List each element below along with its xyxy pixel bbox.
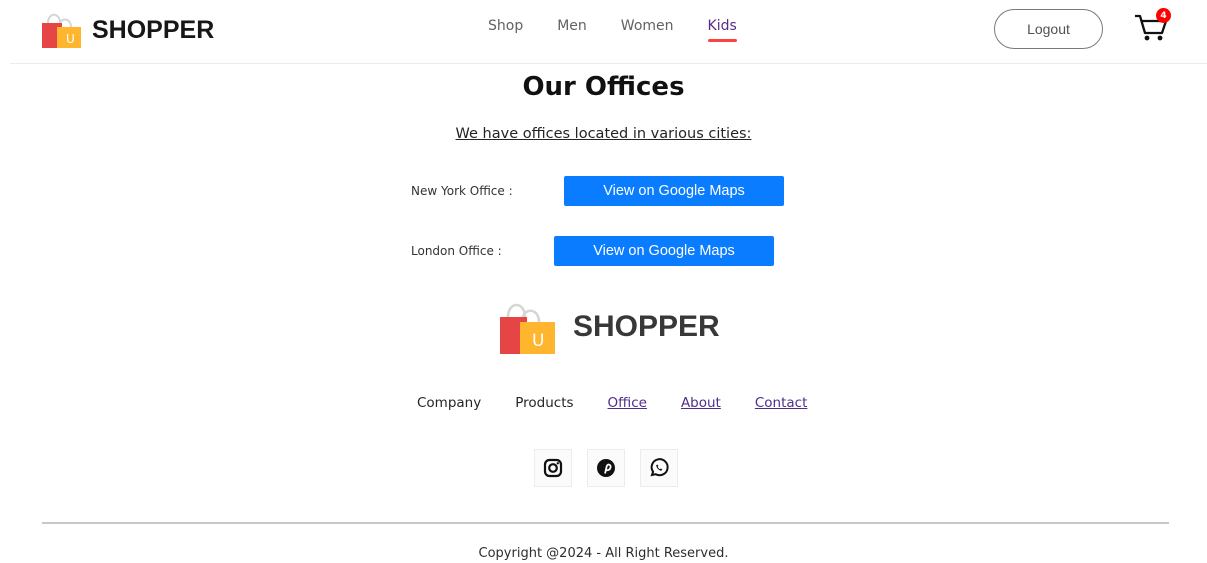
footer-link-company[interactable]: Company [417, 395, 481, 411]
offices-subtitle: We have offices located in various citie… [455, 126, 752, 142]
page-title: Our Offices [522, 72, 685, 102]
footer-brand[interactable]: U SHOPPER [497, 299, 720, 355]
nav-kids-label: Kids [707, 18, 737, 34]
footer-link-contact[interactable]: Contact [755, 395, 808, 411]
nav-shop[interactable]: Shop [488, 18, 523, 34]
shopping-bag-icon: U [500, 303, 555, 354]
top-navigation: U SHOPPER Shop Men Women Kids Logout 4 [0, 0, 1207, 62]
whatsapp-button[interactable] [640, 449, 678, 487]
new-york-maps-button[interactable]: View on Google Maps [564, 176, 784, 206]
active-nav-indicator [707, 39, 737, 42]
london-maps-button[interactable]: View on Google Maps [554, 236, 774, 266]
cart-count-badge: 4 [1156, 8, 1171, 23]
footer-links: Company Products Office About Contact [417, 395, 807, 411]
social-links [534, 449, 678, 487]
copyright-text: Copyright @2024 - All Right Reserved. [478, 546, 729, 561]
whatsapp-icon [650, 458, 669, 477]
brand-link[interactable]: U SHOPPER [40, 10, 214, 50]
footer-link-products[interactable]: Products [515, 395, 573, 411]
nav-kids[interactable]: Kids [707, 18, 737, 42]
pinterest-icon [597, 459, 615, 477]
brand-name: SHOPPER [92, 15, 215, 44]
shopping-bag-icon: U [42, 13, 81, 48]
instagram-icon [543, 458, 563, 478]
footer-link-office[interactable]: Office [608, 395, 647, 411]
london-office-label: London Office : [411, 244, 502, 258]
header-divider [10, 63, 1207, 64]
new-york-office-label: New York Office : [411, 184, 513, 198]
main-menu: Shop Men Women Kids [488, 18, 771, 42]
svg-text:U: U [66, 32, 75, 46]
nav-women[interactable]: Women [621, 18, 674, 34]
footer-divider [42, 522, 1169, 524]
pinterest-button[interactable] [587, 449, 625, 487]
svg-text:U: U [532, 331, 544, 351]
logout-button[interactable]: Logout [994, 9, 1103, 49]
nav-men[interactable]: Men [557, 18, 587, 34]
footer-brand-name: SHOPPER [573, 310, 720, 343]
footer-link-about[interactable]: About [681, 395, 721, 411]
instagram-button[interactable] [534, 449, 572, 487]
